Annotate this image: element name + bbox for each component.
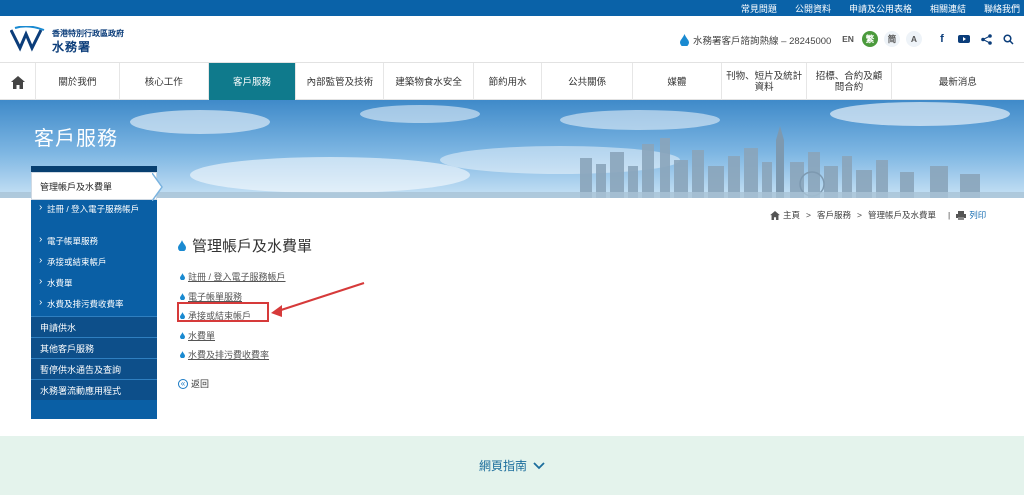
nav-core-work[interactable]: 核心工作 xyxy=(118,63,208,101)
back-link[interactable]: « 返回 xyxy=(178,377,209,390)
water-drop-icon xyxy=(180,292,185,300)
sitemap-label: 網頁指南 xyxy=(478,459,527,473)
page-title-text: 管理帳戶及水費單 xyxy=(192,238,313,255)
search-icon[interactable] xyxy=(1000,31,1016,47)
side-item-current[interactable]: 管理帳戶及水費單 xyxy=(31,172,163,201)
breadcrumb-separator: > xyxy=(806,210,811,220)
side-subitem-register[interactable]: 註冊 / 登入電子服務帳戶 xyxy=(31,200,157,232)
forms-link[interactable]: 申請及公用表格 xyxy=(849,2,912,15)
print-icon xyxy=(956,210,967,220)
nav-tenders[interactable]: 招標、合約及顧問合約 xyxy=(806,63,890,101)
side-item-suspension-notices[interactable]: 暫停供水通告及查詢 xyxy=(31,358,157,379)
banner-title: 客戶服務 xyxy=(34,128,118,150)
chevron-right-icon xyxy=(152,173,163,201)
lang-tc-button[interactable]: 繁 xyxy=(862,31,878,47)
side-item-apply-supply[interactable]: 申請供水 xyxy=(31,316,157,337)
public-info-link[interactable]: 公開資料 xyxy=(795,2,831,15)
wsd-logo-icon[interactable] xyxy=(10,26,46,52)
social-links: f xyxy=(934,31,1022,47)
nav-customer-services[interactable]: 客戶服務 xyxy=(207,63,296,101)
breadcrumb-separator: > xyxy=(857,210,862,220)
content-link-label: 水費及排污費收費率 xyxy=(188,350,270,361)
contact-us-link[interactable]: 聯絡我們 xyxy=(984,2,1020,15)
water-drop-icon xyxy=(680,34,689,46)
print-link[interactable]: 列印 xyxy=(969,209,986,221)
side-item-current-label: 管理帳戶及水費單 xyxy=(40,181,113,192)
breadcrumb-home[interactable]: 主頁 xyxy=(783,209,800,221)
content-link-label: 電子帳單服務 xyxy=(188,291,243,302)
share-icon[interactable] xyxy=(978,31,994,47)
chevron-down-icon xyxy=(533,461,545,469)
language-switcher: EN 繁 简 A xyxy=(840,31,928,47)
highlight-box xyxy=(177,302,269,322)
side-subitem-tariffs[interactable]: 水費及排污費收費率 xyxy=(31,295,157,316)
side-item-other-services[interactable]: 其他客戶服務 xyxy=(31,337,157,358)
breadcrumb-divider: | xyxy=(947,210,951,220)
breadcrumb: 主頁 > 客戶服務 > 管理帳戶及水費單 | 列印 xyxy=(770,209,992,221)
content-link-tariffs[interactable]: 水費及排污費收費率 xyxy=(180,345,286,365)
font-size-button[interactable]: A xyxy=(906,31,922,47)
sitemap-bar[interactable]: 網頁指南 xyxy=(0,436,1024,495)
org-name-line2: 水務署 xyxy=(52,40,92,54)
side-subitem-ebill[interactable]: 電子帳單服務 xyxy=(31,232,157,253)
lang-sc-button[interactable]: 简 xyxy=(884,31,900,47)
hotline: 水務署客戶諮詢熱線 – 28245000 xyxy=(680,33,831,47)
faq-link[interactable]: 常見問題 xyxy=(741,2,777,15)
nav-media[interactable]: 媒體 xyxy=(631,63,721,101)
hotline-text: 水務署客戶諮詢熱線 – 28245000 xyxy=(693,36,832,47)
breadcrumb-current: 管理帳戶及水費單 xyxy=(867,210,936,220)
back-arrow-icon: « xyxy=(178,378,188,389)
side-subitem-open-close-account[interactable]: 承接或結束帳戶 xyxy=(31,253,157,274)
back-link-label: 返回 xyxy=(191,379,210,389)
lang-en-button[interactable]: EN xyxy=(840,31,856,47)
side-subitem-water-bill[interactable]: 水費單 xyxy=(31,274,157,295)
nav-public-relations[interactable]: 公共關係 xyxy=(541,63,631,101)
water-drop-icon xyxy=(180,273,185,281)
site-header: 香港特別行政區政府 水務署 水務署客戶諮詢熱線 – 28245000 EN 繁 … xyxy=(0,16,1024,62)
main-nav: 關於我們 核心工作 客戶服務 內部監管及技術 建築物食水安全 節約用水 公共關係… xyxy=(0,62,1024,101)
nav-conservation[interactable]: 節約用水 xyxy=(472,63,542,101)
nav-regulation[interactable]: 內部監管及技術 xyxy=(295,63,383,101)
home-icon xyxy=(770,210,780,220)
page-title: 管理帳戶及水費單 xyxy=(178,235,312,256)
water-drop-icon xyxy=(180,351,185,359)
content-link-label: 水費單 xyxy=(188,330,216,341)
water-drop-icon xyxy=(178,240,186,251)
utility-bar: 常見問題 公開資料 申請及公用表格 相關連結 聯絡我們 xyxy=(0,0,1024,16)
nav-whats-new[interactable]: 最新消息 xyxy=(890,63,1024,101)
nav-about-us[interactable]: 關於我們 xyxy=(35,63,118,101)
water-drop-icon xyxy=(180,331,185,339)
side-item-mobile-app[interactable]: 水務署流動應用程式 xyxy=(31,379,157,400)
home-icon[interactable] xyxy=(0,63,35,101)
nav-water-safety[interactable]: 建築物食水安全 xyxy=(383,63,472,101)
youtube-icon[interactable] xyxy=(956,31,972,47)
breadcrumb-customer-services[interactable]: 客戶服務 xyxy=(817,209,851,221)
related-links-link[interactable]: 相關連結 xyxy=(930,2,966,15)
content-link-water-bill[interactable]: 水費單 xyxy=(180,326,286,346)
nav-publications[interactable]: 刊物、短片及統計資料 xyxy=(720,63,806,101)
annotation-arrow-icon xyxy=(271,282,365,317)
side-menu: 管理帳戶及水費單 註冊 / 登入電子服務帳戶 電子帳單服務 承接或結束帳戶 水費… xyxy=(31,166,163,419)
facebook-icon[interactable]: f xyxy=(934,31,950,47)
